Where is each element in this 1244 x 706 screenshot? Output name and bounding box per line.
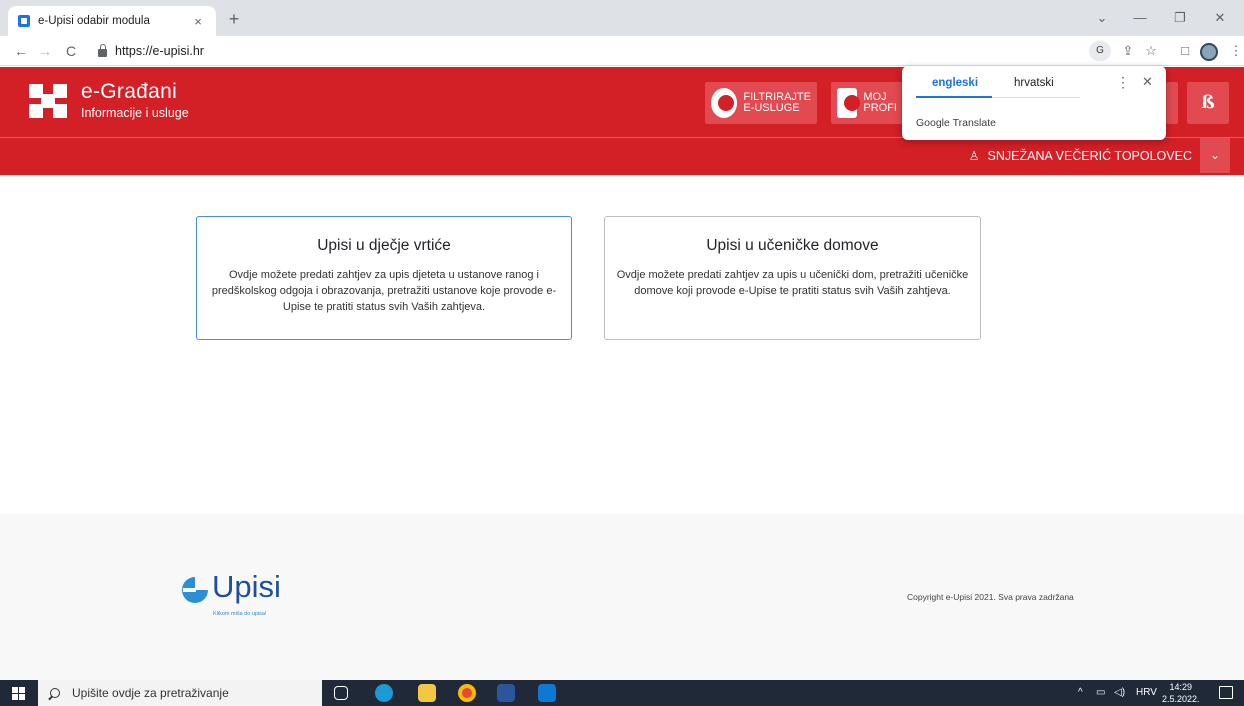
notification-icon[interactable]: [1219, 686, 1233, 699]
profile-button-line2: PROFI: [863, 102, 897, 114]
hidden-header-button[interactable]: [1166, 82, 1178, 124]
module-card-kindergarten[interactable]: Upisi u dječje vrtiće Ovdje možete preda…: [196, 216, 572, 340]
user-menu-toggle[interactable]: ⌄: [1200, 138, 1230, 173]
filter-icon: [711, 88, 738, 118]
taskbar-search-placeholder: Upišite ovdje za pretraživanje: [72, 686, 229, 700]
module-title: Upisi u učeničke domove: [706, 237, 879, 254]
window-close-button[interactable]: ✕: [1204, 6, 1236, 30]
share-icon[interactable]: ⇪: [1118, 41, 1138, 61]
egradjani-logo-icon[interactable]: [29, 84, 67, 118]
clock-time: 14:29: [1169, 682, 1193, 692]
search-icon: [50, 688, 60, 698]
filter-button-line2: E-USLUGE: [743, 102, 800, 114]
user-menu[interactable]: ♙ SNJEŽANA VEČERIĆ TOPOLOVEC: [969, 144, 1192, 168]
translate-close-button[interactable]: ✕: [1142, 74, 1153, 90]
tray-chevron-icon[interactable]: ^: [1078, 684, 1083, 702]
maximize-button[interactable]: ❐: [1164, 6, 1196, 30]
reload-button[interactable]: C: [60, 40, 82, 62]
chrome-icon[interactable]: [458, 684, 476, 702]
brand-subtitle: Informacije i usluge: [81, 106, 189, 120]
upisi-logo-text: Upisi: [212, 569, 281, 604]
clock-date: 2.5.2022.: [1162, 694, 1200, 704]
edge-icon[interactable]: [375, 684, 393, 702]
address-bar[interactable]: https://e-upisi.hr: [98, 40, 1078, 62]
module-title: Upisi u dječje vrtiće: [317, 237, 451, 254]
word-icon[interactable]: [497, 684, 515, 702]
taskbar-search[interactable]: Upišite ovdje za pretraživanje: [38, 680, 322, 706]
browser-menu-icon[interactable]: ⋮: [1226, 41, 1244, 61]
bookmark-star-icon[interactable]: ☆: [1141, 41, 1161, 61]
tab-title: e-Upisi odabir modula: [38, 15, 150, 27]
lock-icon: [98, 43, 107, 57]
upisi-logo-icon: [182, 577, 208, 603]
module-card-dormitory[interactable]: Upisi u učeničke domove Ovdje možete pre…: [604, 216, 981, 340]
minimize-button[interactable]: —: [1124, 6, 1156, 30]
s-logo-button[interactable]: ß: [1187, 82, 1229, 124]
tray-volume-icon[interactable]: ◁): [1114, 684, 1125, 702]
translate-popup: engleski hrvatski ⋮ ✕ Google Translate: [902, 66, 1166, 140]
site-favicon-icon: [18, 15, 30, 27]
upisi-tagline: Klikom miša do upisa!: [213, 611, 267, 617]
brand-title[interactable]: e-Građani: [81, 80, 177, 104]
back-button[interactable]: ←: [10, 40, 32, 62]
browser-tab[interactable]: e-Upisi odabir modula ×: [8, 6, 216, 36]
google-translate-label: Google Translate: [916, 117, 996, 129]
person-icon: ♙: [968, 149, 980, 163]
tab-close-button[interactable]: ×: [190, 14, 206, 29]
new-tab-button[interactable]: +: [222, 8, 246, 32]
profile-avatar[interactable]: [1200, 43, 1218, 61]
forward-button[interactable]: →: [34, 40, 56, 62]
translate-tab-croatian[interactable]: hrvatski: [992, 76, 1080, 98]
translate-options-icon[interactable]: ⋮: [1116, 74, 1130, 91]
file-explorer-icon[interactable]: [418, 684, 436, 702]
outlook-icon[interactable]: [538, 684, 556, 702]
task-view-icon[interactable]: [334, 686, 348, 700]
tray-network-icon[interactable]: ▭: [1096, 684, 1105, 702]
module-description: Ovdje možete predati zahtjev za upis dje…: [211, 269, 557, 313]
windows-start-icon[interactable]: [12, 687, 25, 700]
url-text: https://e-upisi.hr: [115, 44, 204, 58]
user-name: SNJEŽANA VEČERIĆ TOPOLOVEC: [987, 149, 1192, 163]
translate-tab-english[interactable]: engleski: [916, 76, 993, 98]
profile-head-icon: [837, 88, 861, 118]
module-description: Ovdje možete predati zahtjev za upis u u…: [616, 269, 969, 297]
filter-services-button[interactable]: FILTRIRAJTE E-USLUGE: [705, 82, 817, 124]
tray-language[interactable]: HRV: [1136, 684, 1157, 702]
copyright-text: Copyright e-Upisi 2021. Sva prava zadrža…: [907, 592, 1074, 602]
taskbar-clock[interactable]: 14:29 2.5.2022.: [1162, 681, 1200, 705]
my-profile-button[interactable]: MOJ PROFI: [831, 82, 903, 124]
tab-search-button[interactable]: ⌄: [1086, 6, 1118, 30]
side-panel-icon[interactable]: □: [1175, 41, 1195, 61]
translate-icon[interactable]: G: [1089, 41, 1111, 61]
